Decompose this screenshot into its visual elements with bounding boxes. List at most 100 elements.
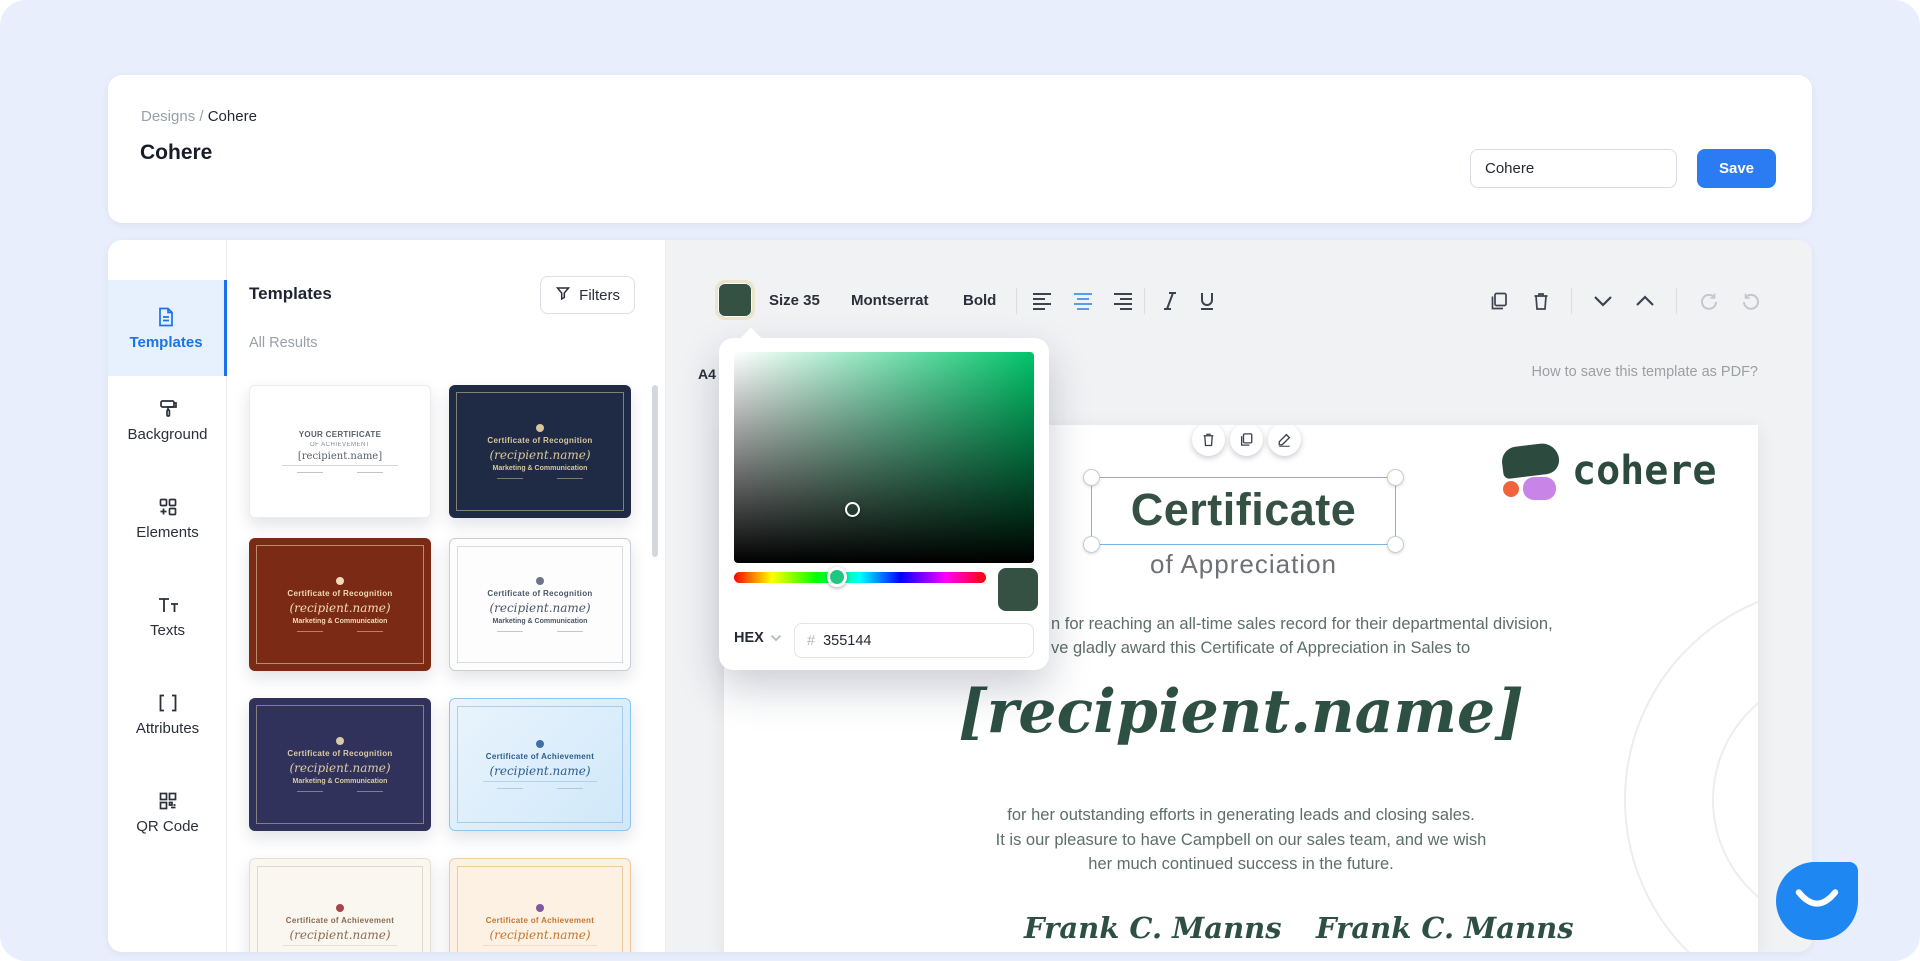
- thumb-detail: Marketing & Communication: [493, 465, 588, 472]
- sidebar-item-background[interactable]: Background: [108, 398, 227, 462]
- brackets-icon: [156, 692, 180, 714]
- font-family-dropdown[interactable]: Montserrat: [851, 292, 929, 309]
- sidebar-item-label: QR Code: [136, 818, 199, 835]
- thumb-title: Certificate of Recognition: [287, 749, 392, 758]
- hex-hash-prefix: #: [807, 633, 815, 649]
- thumb-detail: Marketing & Communication: [293, 778, 388, 785]
- sidebar-item-templates[interactable]: Templates: [108, 280, 227, 376]
- undo-button[interactable]: [1696, 288, 1722, 314]
- thumb-recipient: (recipient.name): [489, 764, 590, 778]
- saturation-cursor[interactable]: [845, 502, 860, 517]
- certificate-paragraph[interactable]: for her outstanding efforts in generatin…: [724, 803, 1758, 877]
- text-color-swatch[interactable]: [715, 280, 755, 320]
- certificate-subtitle-text[interactable]: of Appreciation: [1091, 549, 1396, 580]
- template-thumbnail[interactable]: Certificate of Achievement (recipient.na…: [449, 858, 631, 952]
- thumb-detail: Marketing & Communication: [293, 618, 388, 625]
- chevron-down-icon: [770, 634, 782, 642]
- templates-panel-title: Templates: [249, 284, 332, 304]
- design-name-input[interactable]: [1470, 149, 1677, 188]
- signature-right[interactable]: Frank C. Manns: [1316, 911, 1526, 945]
- header-card: Designs / Cohere Cohere Save: [108, 75, 1812, 223]
- recipient-placeholder-text[interactable]: [recipient.name]: [724, 677, 1758, 747]
- cohere-wordmark: cohere: [1572, 448, 1717, 494]
- color-picker-popup: HEX #: [719, 338, 1049, 670]
- redo-button[interactable]: [1738, 288, 1764, 314]
- bring-forward-button[interactable]: [1632, 288, 1658, 314]
- sidebar-item-label: Templates: [129, 334, 202, 351]
- certificate-body-line1[interactable]: n for reaching an all-time sales record …: [1051, 615, 1553, 634]
- hex-input-field[interactable]: #: [794, 623, 1034, 658]
- element-delete-button[interactable]: [1192, 425, 1225, 456]
- chat-launcher-button[interactable]: [1776, 862, 1858, 940]
- send-backward-button[interactable]: [1590, 288, 1616, 314]
- sidebar-item-elements[interactable]: Elements: [108, 496, 227, 560]
- sidebar-item-qr-code[interactable]: QR Code: [108, 790, 227, 854]
- thumb-title: Certificate of Recognition: [487, 436, 592, 445]
- color-format-dropdown[interactable]: HEX: [734, 630, 782, 646]
- sidebar-item-texts[interactable]: Texts: [108, 594, 227, 658]
- filters-button[interactable]: Filters: [540, 276, 635, 314]
- certificate-body-line2[interactable]: ve gladly award this Certificate of Appr…: [1051, 639, 1470, 658]
- thumb-title: YOUR CERTIFICATE: [299, 430, 381, 439]
- thumb-title: Certificate of Recognition: [287, 589, 392, 598]
- color-preview-swatch: [998, 568, 1038, 611]
- thumb-title: Certificate of Achievement: [286, 916, 394, 925]
- results-label: All Results: [249, 335, 318, 351]
- template-thumbnail[interactable]: Certificate of Achievement (recipient.na…: [249, 858, 431, 952]
- filters-label: Filters: [579, 287, 620, 304]
- pdf-help-link[interactable]: How to save this template as PDF?: [1532, 364, 1758, 380]
- sidebar-item-attributes[interactable]: Attributes: [108, 692, 227, 756]
- certificate-title-text[interactable]: Certificate: [1092, 484, 1395, 536]
- thumb-recipient: (recipient.name): [489, 448, 590, 462]
- align-right-button[interactable]: [1110, 288, 1136, 314]
- hue-slider-handle[interactable]: [827, 567, 847, 587]
- sidebar-rail: Templates Background Elements Texts: [108, 240, 227, 952]
- page-size-dropdown[interactable]: A4: [698, 366, 716, 382]
- editor-area: Size 35 Montserrat Bold: [666, 240, 1812, 952]
- main-card: Templates Background Elements Texts: [108, 240, 1812, 952]
- delete-button[interactable]: [1528, 288, 1554, 314]
- thumb-recipient: (recipient.name): [289, 601, 390, 615]
- template-thumbnail[interactable]: YOUR CERTIFICATE OF ACHIEVEMENT [recipie…: [249, 385, 431, 518]
- popup-arrow: [740, 328, 763, 351]
- paragraph-line: for her outstanding efforts in generatin…: [724, 803, 1758, 828]
- duplicate-button[interactable]: [1486, 288, 1512, 314]
- template-thumbnail[interactable]: Certificate of Recognition (recipient.na…: [449, 538, 631, 671]
- sidebar-item-label: Background: [127, 426, 207, 443]
- sidebar-item-label: Texts: [150, 622, 185, 639]
- thumb-recipient: (recipient.name): [489, 928, 590, 942]
- font-weight-dropdown[interactable]: Bold: [963, 292, 996, 309]
- italic-button[interactable]: [1157, 288, 1183, 314]
- color-format-label: HEX: [734, 630, 764, 646]
- font-size-dropdown[interactable]: Size 35: [769, 292, 820, 309]
- hue-slider[interactable]: [734, 572, 986, 583]
- selection-mini-toolbar: [1192, 425, 1301, 456]
- elements-grid-icon: [157, 496, 179, 518]
- breadcrumb-separator: /: [199, 108, 203, 125]
- paragraph-line: her much continued success in the future…: [724, 852, 1758, 877]
- thumb-recipient: (recipient.name): [289, 761, 390, 775]
- saturation-area[interactable]: [734, 352, 1034, 563]
- signature-left[interactable]: Frank C. Manns: [1024, 911, 1234, 945]
- hex-value-input[interactable]: [823, 633, 1021, 649]
- texts-icon: [156, 594, 180, 616]
- element-edit-button[interactable]: [1268, 425, 1301, 456]
- element-duplicate-button[interactable]: [1230, 425, 1263, 456]
- templates-panel: Templates Filters All Results YOUR CERTI…: [228, 240, 666, 952]
- underline-button[interactable]: [1194, 288, 1220, 314]
- save-button[interactable]: Save: [1697, 149, 1776, 188]
- breadcrumb-root[interactable]: Designs: [141, 108, 195, 125]
- template-thumbnail[interactable]: Certificate of Achievement (recipient.na…: [449, 698, 631, 831]
- align-center-button[interactable]: [1070, 288, 1096, 314]
- selected-text-element[interactable]: Certificate: [1091, 477, 1396, 545]
- template-thumbnail[interactable]: Certificate of Recognition (recipient.na…: [249, 538, 431, 671]
- page-title: Cohere: [140, 141, 212, 165]
- breadcrumb: Designs / Cohere: [141, 108, 257, 125]
- template-thumbnail[interactable]: Certificate of Recognition (recipient.na…: [249, 698, 431, 831]
- paragraph-line: It is our pleasure to have Campbell on o…: [724, 828, 1758, 853]
- align-left-button[interactable]: [1029, 288, 1055, 314]
- template-thumbnail[interactable]: Certificate of Recognition (recipient.na…: [449, 385, 631, 518]
- templates-scrollbar[interactable]: [652, 385, 658, 557]
- thumb-title: Certificate of Recognition: [487, 589, 592, 598]
- thumb-recipient: (recipient.name): [489, 601, 590, 615]
